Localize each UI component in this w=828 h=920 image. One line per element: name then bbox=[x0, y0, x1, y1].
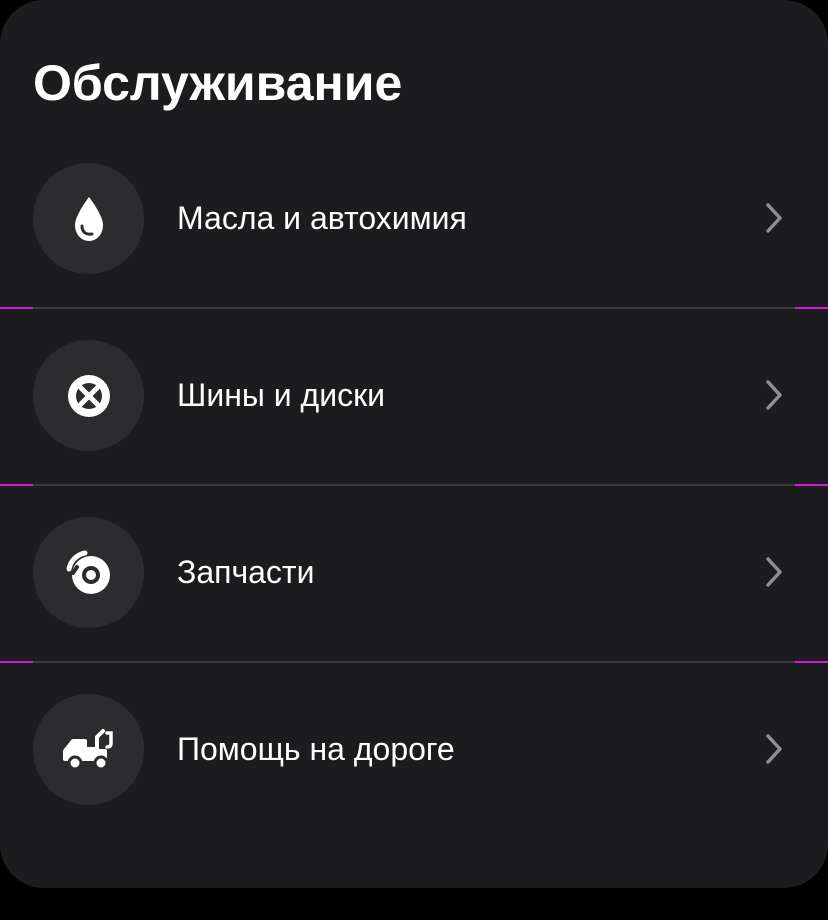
chevron-right-icon bbox=[766, 734, 782, 764]
menu-item-oils[interactable]: Масла и автохимия bbox=[0, 130, 828, 307]
oil-drop-icon bbox=[74, 196, 103, 241]
chevron-right-icon bbox=[766, 557, 782, 587]
menu-item-icon-circle bbox=[33, 340, 144, 451]
brake-disc-icon bbox=[66, 550, 110, 594]
menu-item-icon-circle bbox=[33, 163, 144, 274]
wheel-icon bbox=[67, 374, 110, 417]
chevron-right-icon bbox=[766, 380, 782, 410]
menu-item-parts[interactable]: Запчасти bbox=[0, 484, 828, 661]
menu-item-label: Шины и диски bbox=[177, 377, 385, 413]
service-card: Обслуживание Масла и автохимия Шины и ди… bbox=[0, 0, 828, 888]
menu-item-tires[interactable]: Шины и диски bbox=[0, 307, 828, 484]
chevron-right-icon bbox=[766, 203, 782, 233]
menu-item-label: Запчасти bbox=[177, 554, 315, 590]
menu-item-roadside-assistance[interactable]: Помощь на дороге bbox=[0, 661, 828, 838]
menu-item-icon-circle bbox=[33, 694, 144, 805]
menu-item-label: Помощь на дороге bbox=[177, 731, 455, 767]
service-menu-list: Масла и автохимия Шины и диски Запчасти … bbox=[0, 130, 828, 838]
tow-truck-icon bbox=[62, 728, 113, 770]
page-title: Обслуживание bbox=[33, 55, 403, 111]
menu-item-label: Масла и автохимия bbox=[177, 200, 467, 236]
menu-item-icon-circle bbox=[33, 517, 144, 628]
